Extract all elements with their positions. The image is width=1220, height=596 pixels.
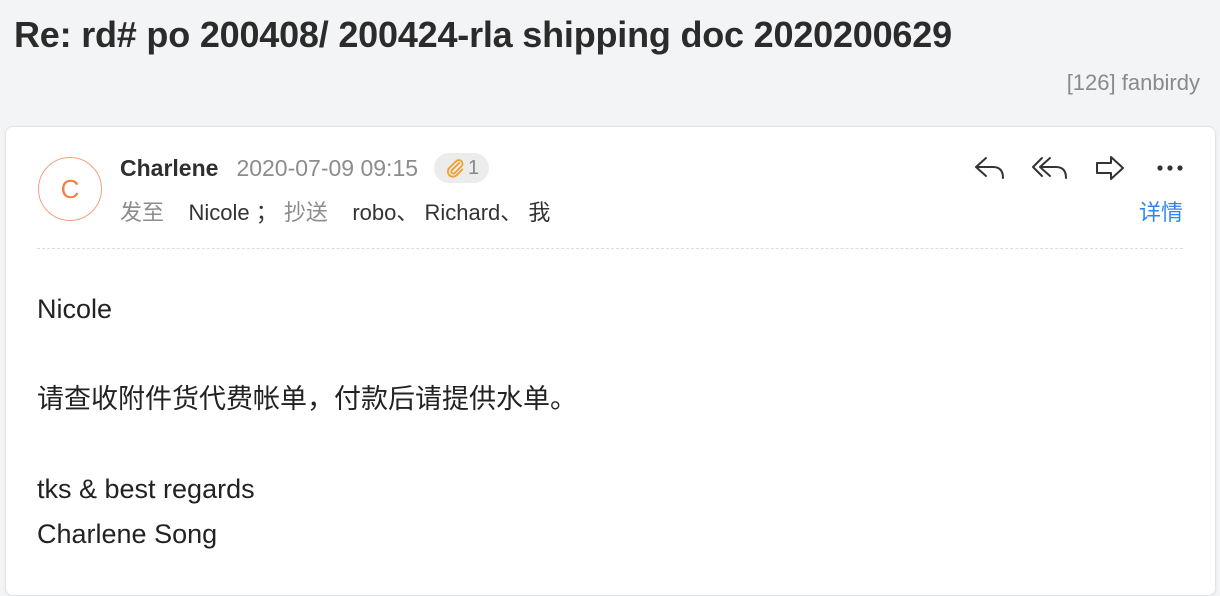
cc-recipients[interactable]: robo、 Richard、 我: [352, 200, 550, 225]
sender-row: Charlene 2020-07-09 09:15 1: [120, 153, 490, 183]
body-closing: tks & best regards: [37, 474, 255, 504]
body-signature: Charlene Song: [37, 519, 218, 549]
reply-all-button[interactable]: [1031, 151, 1069, 185]
body-line: 请查收附件货代费帐单，付款后请提供水单。: [37, 384, 577, 414]
forward-button[interactable]: [1091, 151, 1129, 185]
sender-name[interactable]: Charlene: [120, 155, 218, 182]
paperclip-icon: [447, 159, 464, 178]
folder-label[interactable]: [126] fanbirdy: [1067, 70, 1200, 96]
reply-all-icon: [1032, 157, 1067, 179]
details-link[interactable]: 详情: [1139, 195, 1183, 227]
reply-button[interactable]: [971, 151, 1009, 185]
to-label: 发至: [120, 200, 165, 225]
sent-date: 2020-07-09 09:15: [236, 154, 419, 181]
avatar[interactable]: C: [38, 157, 102, 221]
recipient-separator: ；: [255, 200, 278, 225]
more-icon: [1157, 165, 1183, 171]
cc-label: 抄送: [283, 200, 328, 225]
email-subject: Re: rd# po 200408/ 200424-rla shipping d…: [14, 14, 952, 55]
email-card: C Charlene 2020-07-09 09:15 1 发至 Nicole …: [5, 126, 1216, 596]
to-recipient[interactable]: Nicole: [188, 200, 249, 225]
email-body: Nicole 请查收附件货代费帐单，付款后请提供水单。 tks & best r…: [37, 287, 577, 557]
header-divider: [37, 248, 1183, 249]
forward-icon: [1096, 156, 1124, 180]
recipients-row: 发至 Nicole ； 抄送 robo、 Richard、 我: [120, 195, 550, 227]
more-button[interactable]: [1151, 151, 1189, 185]
reply-icon: [975, 157, 1004, 179]
body-greeting: Nicole: [37, 294, 113, 324]
action-bar: [971, 151, 1189, 185]
attachment-count: 1: [468, 156, 480, 179]
attachment-badge[interactable]: 1: [434, 153, 490, 183]
